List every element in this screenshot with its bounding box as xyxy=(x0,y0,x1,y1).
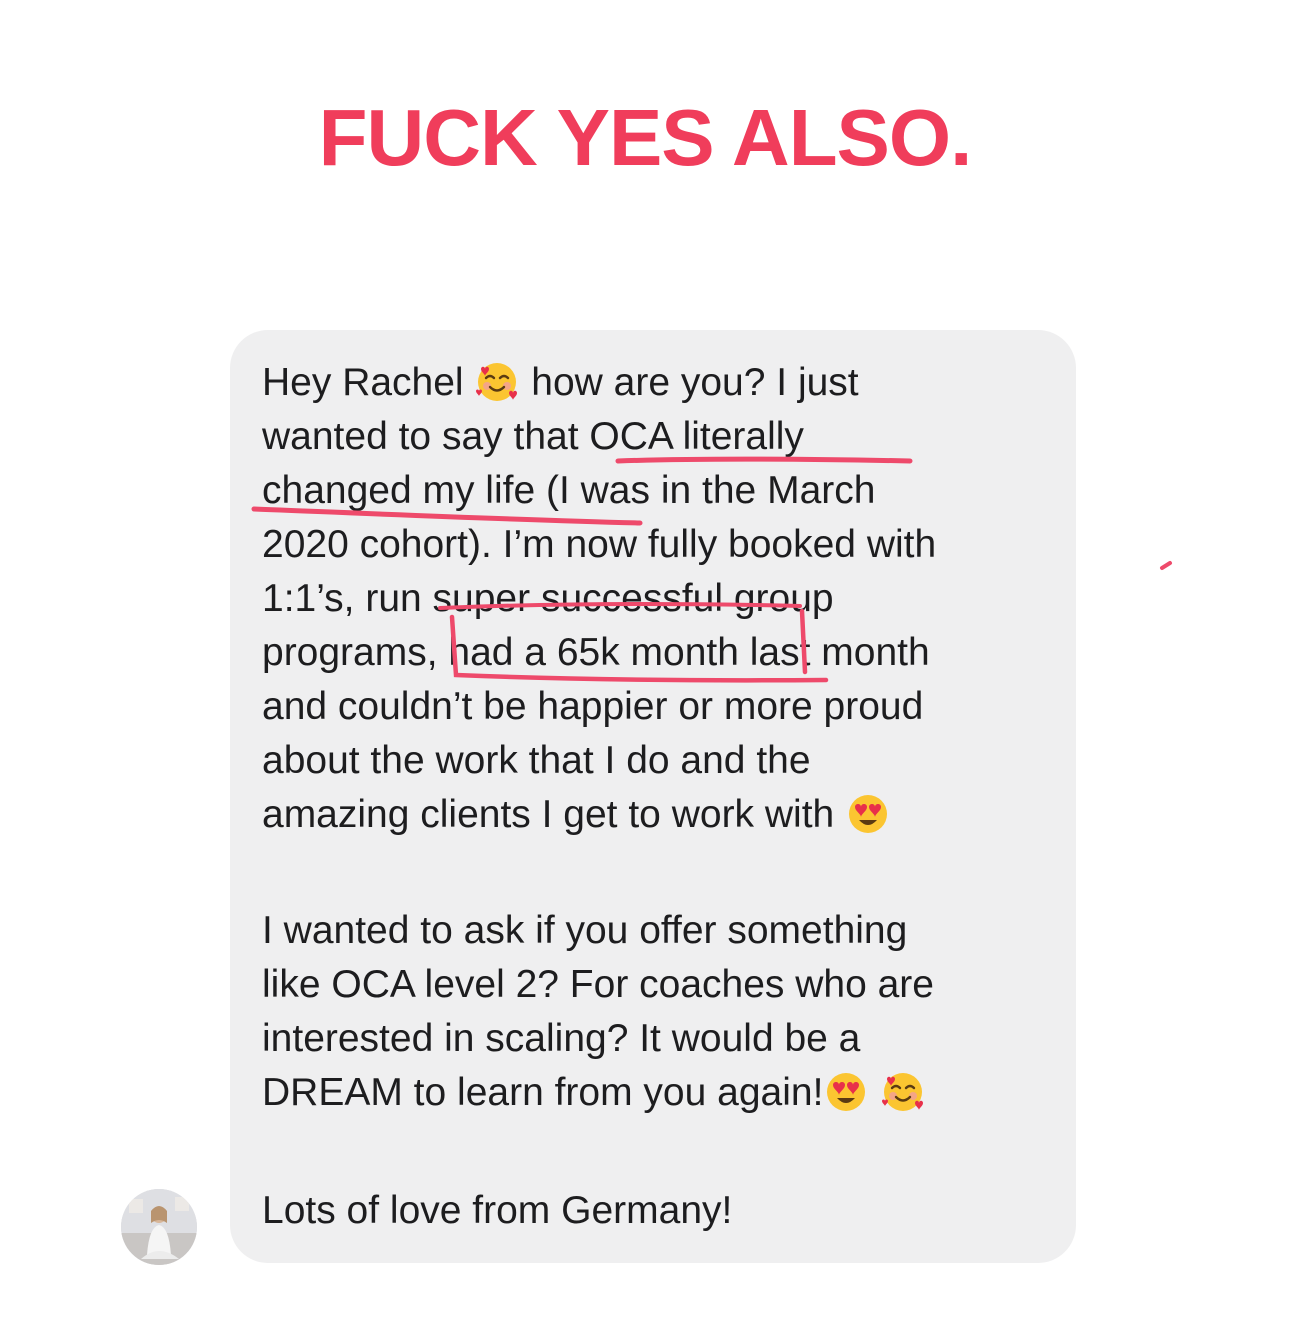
message-line: amazing clients I get to work with xyxy=(262,788,891,842)
message-line: and couldn’t be happier or more proud xyxy=(262,685,924,728)
message-line: like OCA level 2? For coaches who are xyxy=(262,963,934,1006)
message-line: programs, had a 65k month last month xyxy=(262,631,930,674)
message-line: interested in scaling? It would be a xyxy=(262,1017,861,1060)
message-line: DREAM to learn from you again! xyxy=(262,1066,926,1120)
message-line: Hey Rachel how are you? I just xyxy=(262,359,859,405)
message-line: about the work that I do and the xyxy=(262,739,811,782)
message-line: 1:1’s, run super successful group xyxy=(262,577,834,620)
message-line: I wanted to ask if you offer something xyxy=(262,909,908,952)
message-line: Lots of love from Germany! xyxy=(262,1189,733,1232)
heart-eyes-icon xyxy=(823,1069,869,1115)
sender-avatar[interactable] xyxy=(121,1189,197,1265)
heart-eyes-icon xyxy=(845,791,891,837)
smiling-face-with-hearts-icon xyxy=(880,1069,926,1115)
profile-photo-icon xyxy=(121,1189,197,1265)
stray-mark xyxy=(1160,561,1172,570)
message-line: changed my life (I was in the March xyxy=(262,469,876,512)
headline-title: FUCK YES ALSO. xyxy=(318,93,973,182)
smiling-face-with-hearts-icon xyxy=(474,359,520,405)
message-line: 2020 cohort). I’m now fully booked with xyxy=(262,523,937,566)
message-line: wanted to say that OCA literally xyxy=(262,415,804,458)
